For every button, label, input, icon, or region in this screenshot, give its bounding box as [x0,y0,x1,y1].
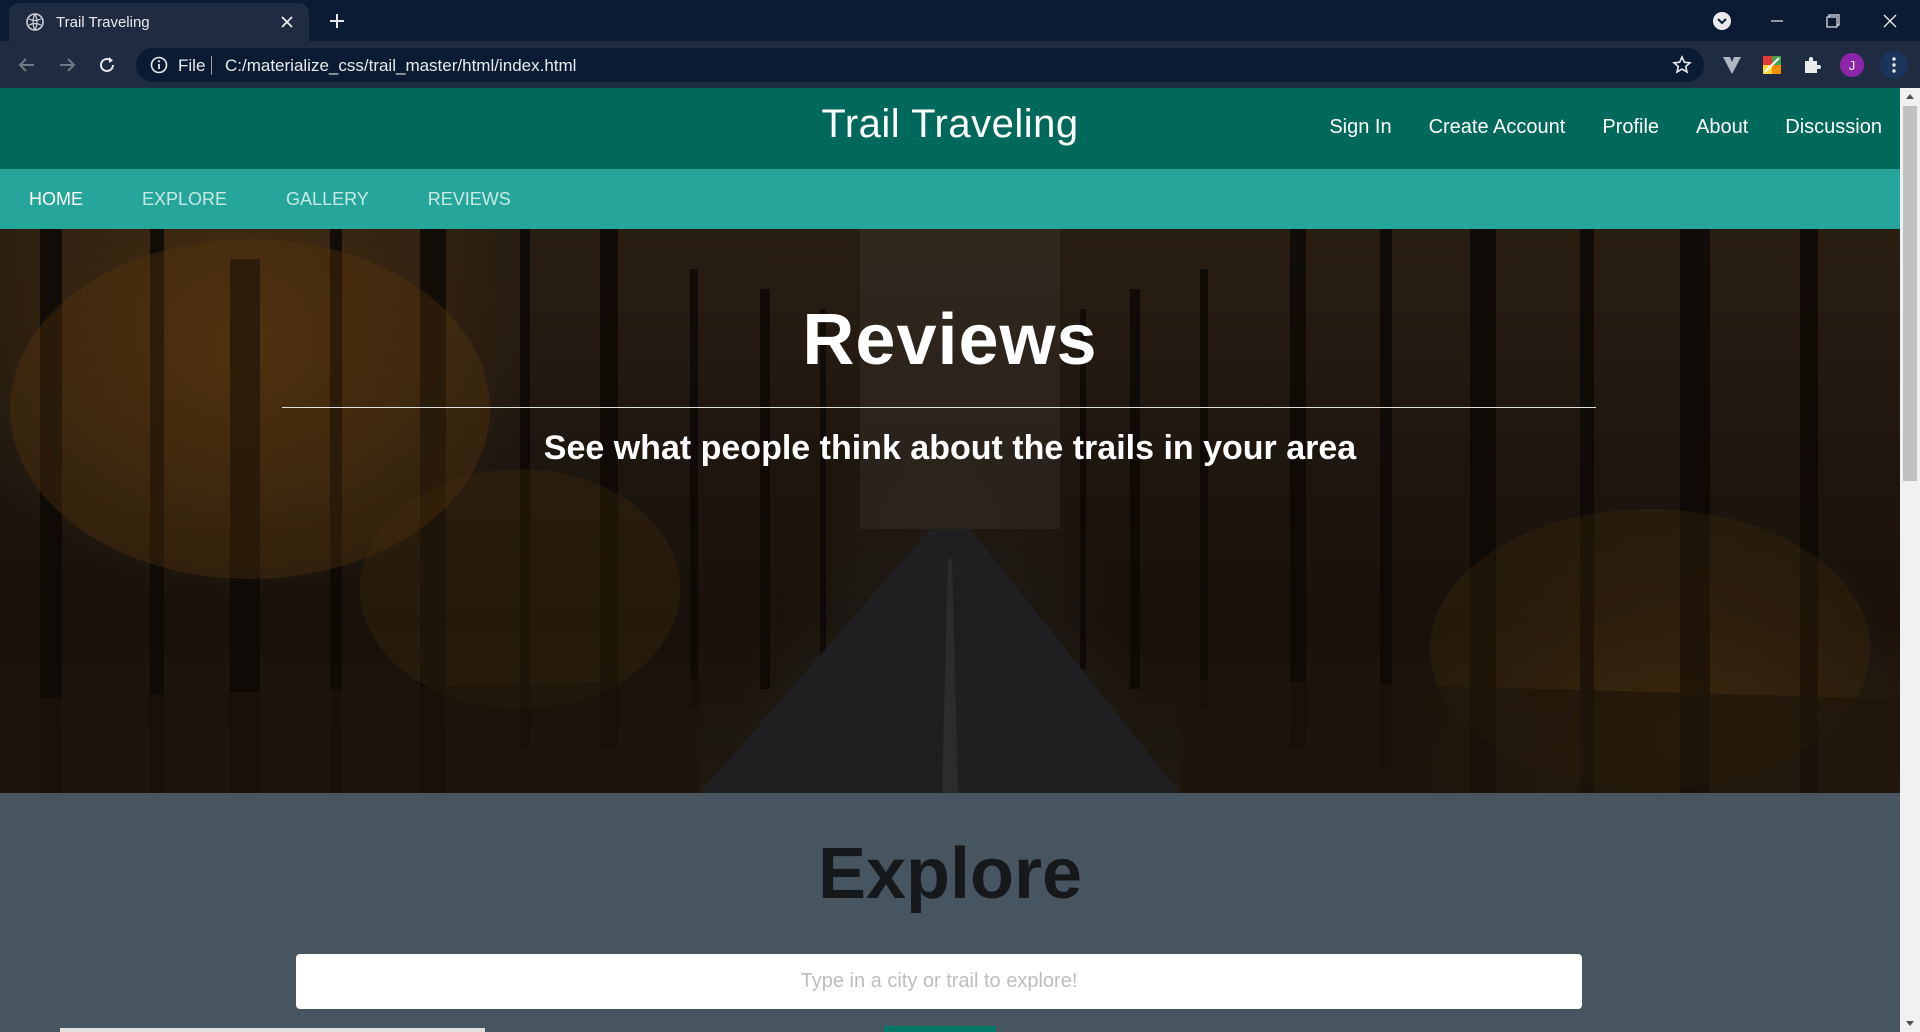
info-icon[interactable] [150,56,168,74]
back-arrow-icon[interactable] [12,50,42,80]
bookmark-star-icon[interactable] [1672,55,1692,75]
section-tabs: HOME EXPLORE GALLERY REVIEWS [0,169,1900,229]
vuetify-extension-icon[interactable] [1720,53,1744,77]
nav-link-create-account[interactable]: Create Account [1429,116,1566,139]
site-navbar: Trail Traveling Sign In Create Account P… [0,88,1900,169]
scroll-down-arrow-icon[interactable] [1900,1016,1920,1032]
tab-home[interactable]: HOME [29,189,83,210]
new-tab-plus-icon[interactable] [324,8,350,34]
scroll-up-arrow-icon[interactable] [1900,88,1920,104]
nav-links: Sign In Create Account Profile About Dis… [1292,116,1882,139]
page-scrollbar[interactable] [1900,88,1920,1032]
extensions-puzzle-icon[interactable] [1800,53,1824,77]
hero-divider [282,407,1596,408]
close-tab-icon[interactable] [275,10,299,34]
explore-search-input[interactable] [296,954,1582,1009]
scrollbar-thumb[interactable] [1903,106,1917,481]
profile-avatar[interactable]: J [1840,53,1864,77]
nav-link-about[interactable]: About [1696,116,1748,139]
address-url[interactable]: C:/materialize_css/trail_master/html/ind… [225,56,576,76]
browser-toolbar: File C:/materialize_css/trail_master/htm… [0,41,1920,88]
address-separator [211,56,212,75]
reload-icon[interactable] [92,50,122,80]
browser-menu-icon[interactable] [1880,51,1908,79]
forward-arrow-icon[interactable] [52,50,82,80]
address-bar[interactable]: File C:/materialize_css/trail_master/htm… [136,48,1704,82]
accent-line [884,1026,996,1032]
hero-banner: Reviews See what people think about the … [0,229,1900,793]
decorative-line [60,1028,485,1032]
tab-explore[interactable]: EXPLORE [142,189,227,210]
tab-search-icon[interactable] [1710,9,1734,33]
hero-subtitle: See what people think about the trails i… [543,429,1357,467]
browser-tab-strip: Trail Traveling [0,0,1920,41]
page-viewport: Trail Traveling Sign In Create Account P… [0,88,1900,1032]
restore-icon[interactable] [1805,0,1861,41]
nav-link-sign-in[interactable]: Sign In [1329,116,1391,139]
nav-link-profile[interactable]: Profile [1602,116,1659,139]
browser-tab[interactable]: Trail Traveling [9,3,309,41]
tab-gallery[interactable]: GALLERY [286,189,369,210]
explore-title: Explore [817,834,1083,914]
colorful-extension-icon[interactable] [1760,53,1784,77]
hero-title: Reviews [802,300,1098,380]
close-window-icon[interactable] [1862,0,1918,41]
explore-section: Explore [0,793,1900,1032]
tab-title: Trail Traveling [56,13,150,31]
address-scheme: File [178,56,206,75]
minimize-icon[interactable] [1749,0,1805,41]
nav-link-discussion[interactable]: Discussion [1785,116,1882,139]
tab-reviews[interactable]: REVIEWS [428,189,511,210]
globe-icon [26,13,44,31]
